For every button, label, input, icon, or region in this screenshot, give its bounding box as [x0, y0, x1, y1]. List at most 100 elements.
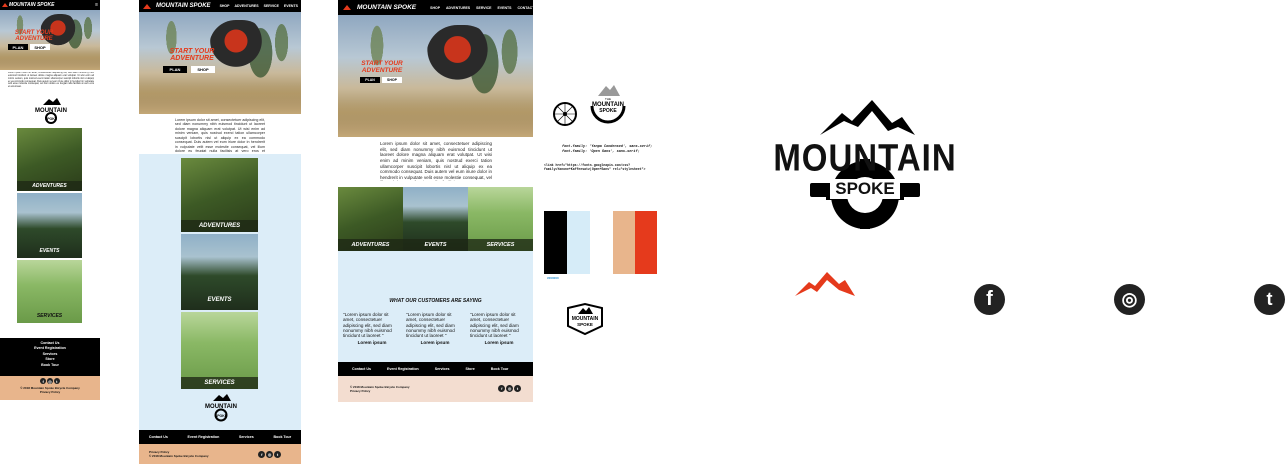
testimonials-heading: WHAT OUR CUSTOMERS ARE SAYING	[389, 298, 482, 304]
brand-name[interactable]: MOUNTAIN SPOKE	[156, 3, 211, 9]
mobile-mockup: MOUNTAIN SPOKE ≡ START YOUR ADVENTURE PL…	[0, 0, 100, 400]
nav-service[interactable]: SERVICE	[264, 4, 279, 8]
facebook-icon[interactable]: f	[258, 451, 266, 458]
font-spec-2: font-family: 'Open Sans', sans-serif;	[562, 150, 640, 154]
footer-link[interactable]: Services	[239, 435, 254, 439]
shop-button[interactable]: SHOP	[30, 44, 50, 50]
bicycle-wheel-icon	[552, 101, 578, 127]
plan-button[interactable]: PLAN	[8, 44, 28, 50]
privacy-link[interactable]: Privacy Policy	[0, 390, 100, 394]
mobile-logo: MOUNTAIN SPOKE	[33, 98, 69, 124]
mountain-icon	[143, 3, 151, 9]
brand-name[interactable]: MOUNTAIN SPOKE	[9, 2, 54, 8]
facebook-icon[interactable]: f	[40, 378, 47, 384]
brand-name[interactable]: MOUNTAIN SPOKE	[357, 4, 416, 11]
footer-link[interactable]: Contact Us	[352, 367, 371, 371]
card-label: EVENTS	[403, 239, 468, 251]
nav-adventures[interactable]: ADVENTURES	[446, 6, 470, 10]
hero-tagline-2: ADVENTURE	[15, 36, 53, 43]
mobile-card-services[interactable]: SERVICES	[17, 260, 82, 323]
tablet-card-adventures[interactable]: ADVENTURES	[181, 158, 258, 232]
shop-button[interactable]: SHOP	[191, 66, 215, 73]
logo-text-bottom: SPOKE	[830, 179, 900, 199]
nav-events[interactable]: EVENTS	[497, 6, 511, 10]
instagram-icon[interactable]: ◎	[506, 385, 514, 392]
tablet-mockup: MOUNTAIN SPOKE SHOP ADVENTURES SERVICE E…	[139, 0, 320, 464]
plan-button[interactable]: PLAN	[360, 77, 380, 83]
hero-tagline-1: START YOUR	[169, 48, 215, 55]
testimonial-author: Lorem ipsum	[357, 340, 387, 346]
desktop-card-services[interactable]: SERVICES	[468, 187, 533, 251]
svg-text:SPOKE: SPOKE	[45, 117, 58, 121]
card-label: EVENTS	[39, 248, 60, 254]
desktop-hero: START YOUR ADVENTURE PLAN SHOP	[338, 15, 533, 137]
nav-contact[interactable]: CONTACT	[517, 6, 534, 10]
nav-shop[interactable]: SHOP	[220, 4, 230, 8]
mobile-footer-nav: Contact Us Event Registration Services S…	[0, 338, 100, 376]
card-label: ADVENTURES	[181, 220, 258, 232]
card-label: EVENTS	[207, 297, 232, 303]
footer-link[interactable]: Book Tour	[273, 435, 291, 439]
footer-link[interactable]: Store	[466, 367, 475, 371]
footer-link[interactable]: Book Tour	[491, 367, 509, 371]
tablet-navbar: MOUNTAIN SPOKE SHOP ADVENTURES SERVICE E…	[139, 0, 320, 12]
svg-text:SPOKE: SPOKE	[577, 322, 593, 327]
nav-adventures[interactable]: ADVENTURES	[234, 4, 258, 8]
card-label: ADVENTURES	[17, 181, 82, 191]
mobile-intro: Lorem ipsum dolor sit amet, consectetuer…	[8, 72, 94, 89]
tablet-card-events[interactable]: EVENTS	[181, 234, 258, 310]
shop-button[interactable]: SHOP	[382, 77, 402, 83]
twitter-icon[interactable]: t	[1254, 284, 1285, 315]
desktop-card-events[interactable]: EVENTS	[403, 187, 468, 251]
svg-text:SPOKE: SPOKE	[215, 414, 228, 418]
testimonial-quote: "Lorem ipsum dolor sit amet, consectetue…	[406, 312, 455, 339]
tablet-footer-bottom: Privacy Policy © 2018 Mountain Spoke Bic…	[139, 444, 301, 464]
nav-service[interactable]: SERVICE	[476, 6, 491, 10]
swatch-label: #000000	[547, 276, 559, 280]
facebook-icon[interactable]: f	[974, 284, 1005, 315]
testimonial-author: Lorem ipsum	[484, 340, 514, 346]
mobile-footer-bottom: f ◎ t © 2018 Mountain Spoke Bicycle Comp…	[0, 376, 100, 400]
instagram-icon[interactable]: ◎	[47, 378, 53, 384]
facebook-icon[interactable]: f	[498, 385, 506, 392]
desktop-card-adventures[interactable]: ADVENTURES	[338, 187, 403, 251]
mobile-hero: START YOUR ADVENTURE PLAN SHOP	[0, 10, 100, 70]
style-guide: THE MOUNTAIN SPOKE font-family: 'Yanpa Con…	[544, 80, 664, 350]
twitter-icon[interactable]: t	[274, 451, 281, 458]
footer-link[interactable]: Book Tour	[0, 363, 100, 368]
tablet-card-services[interactable]: SERVICES	[181, 312, 258, 389]
logo-text-top: MOUNTAIN	[773, 136, 957, 179]
nav-events[interactable]: EVENTS	[284, 4, 298, 8]
nav-contact[interactable]: CONTACT	[303, 4, 320, 8]
instagram-icon[interactable]: ◎	[266, 451, 274, 458]
swatch-white	[590, 211, 613, 274]
desktop-footer-nav: Contact Us Event Registration Services S…	[338, 362, 533, 376]
hero-tagline-2: ADVENTURE	[170, 55, 214, 63]
card-label: SERVICES	[181, 377, 258, 389]
card-label: ADVENTURES	[338, 239, 403, 251]
desktop-footer-bottom: © 2018 Mountain Spoke Bicycle Company Pr…	[338, 376, 533, 402]
desktop-intro: Lorem ipsum dolor sit amet, consectetuer…	[380, 141, 492, 181]
footer-link[interactable]: Services	[435, 367, 450, 371]
tablet-hero: START YOUR ADVENTURE PLAN SHOP	[139, 12, 301, 114]
plan-button[interactable]: PLAN	[163, 66, 187, 73]
nav-shop[interactable]: SHOP	[430, 6, 440, 10]
instagram-icon[interactable]: ◎	[1114, 284, 1145, 315]
mobile-navbar: MOUNTAIN SPOKE ≡	[0, 0, 100, 10]
menu-icon[interactable]: ≡	[95, 2, 98, 8]
shield-badge-logo: MOUNTAIN SPOKE	[564, 302, 606, 336]
search-icon[interactable]: ⌕	[546, 5, 549, 11]
swatch-red	[635, 211, 657, 274]
footer-link[interactable]: Event Registration	[387, 367, 419, 371]
swatch-beige	[613, 211, 635, 274]
footer-link[interactable]: Contact Us	[149, 435, 168, 439]
swatch-light-blue	[567, 211, 590, 274]
mobile-card-adventures[interactable]: ADVENTURES	[17, 128, 82, 191]
footer-link[interactable]: Event Registration	[188, 435, 220, 439]
twitter-icon[interactable]: t	[514, 385, 521, 392]
mobile-card-events[interactable]: EVENTS	[17, 193, 82, 258]
main-logo: MOUNTAIN SPOKE	[770, 95, 960, 230]
hero-tagline-2: ADVENTURE	[361, 66, 403, 74]
tablet-footer-nav: Contact Us Event Registration Services B…	[139, 430, 301, 444]
twitter-icon[interactable]: t	[53, 378, 60, 384]
